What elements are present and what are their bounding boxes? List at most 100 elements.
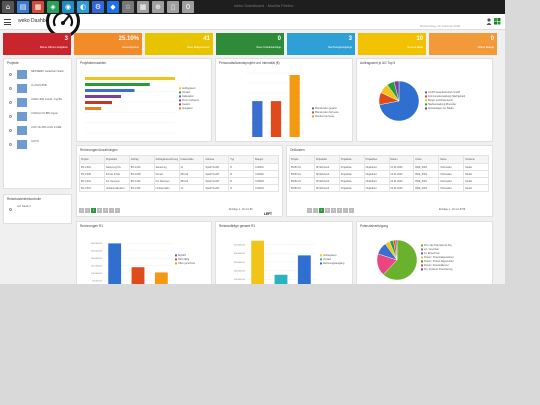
table-row[interactable]: BV-V.001 Sanierung Ha. BV-V.001 Sanierung 11… xyxy=(79,163,279,171)
table-row[interactable]: BV-V.301 Umbaumaßnahm. BV-V.301 Umbaumaßn. 1… xyxy=(79,184,279,192)
user-area[interactable] xyxy=(486,17,502,27)
radio-icon[interactable] xyxy=(9,73,12,76)
table-row[interactable]: BV.BV.01 NH-Erhrwnd. Projektsta. Objektbetr… xyxy=(289,170,489,178)
bar[interactable] xyxy=(252,101,263,137)
pager-nav-icon[interactable]: › xyxy=(109,208,114,213)
pager-nav-icon[interactable]: » xyxy=(115,208,120,213)
pager-nav-icon[interactable]: ‹ xyxy=(85,208,90,213)
radio-icon[interactable] xyxy=(9,101,12,104)
icon-glyph: ◈ xyxy=(50,3,56,11)
column-header[interactable]: Projekt xyxy=(289,155,315,164)
auftragswert-panel: Auftragswert je AG Top 5 GmbH Gewerbebet… xyxy=(356,58,493,142)
crm-icon[interactable]: ◈ xyxy=(47,1,59,13)
radio-icon[interactable] xyxy=(9,208,12,211)
pager-page[interactable]: 2 xyxy=(97,208,102,213)
grid-icon[interactable]: ▦ xyxy=(137,1,149,13)
column-header[interactable]: Auftrag xyxy=(128,155,155,164)
column-header[interactable]: Name xyxy=(438,155,465,164)
column-header[interactable]: Adresse xyxy=(203,155,230,164)
pager-nav-icon[interactable]: « xyxy=(79,208,84,213)
kpi-tile[interactable]: 3 Meine offenen Aufgaben xyxy=(3,33,71,55)
column-header[interactable]: Vorname xyxy=(463,155,489,164)
column-header[interactable]: Projekttitel xyxy=(103,155,130,164)
table-cell: 3.00002 xyxy=(253,170,279,178)
bar[interactable] xyxy=(154,272,168,284)
bar[interactable] xyxy=(270,101,282,137)
column-header[interactable]: Projekt xyxy=(79,155,105,164)
bar[interactable] xyxy=(85,77,175,80)
app-icon[interactable]: ◐ xyxy=(77,1,89,13)
project-item[interactable]: d.GTD xyxy=(7,139,67,151)
table-row[interactable]: BV.BV.01 NH-Erhrwnd. Projektsta. Objektbetr… xyxy=(289,163,489,171)
table-cell: Sanierung xyxy=(153,163,180,171)
pager-page[interactable]: 4 xyxy=(337,208,342,213)
bar[interactable] xyxy=(85,95,121,98)
table-cell: Schmeider xyxy=(438,163,465,171)
bar[interactable] xyxy=(274,274,288,284)
column-header[interactable]: Projektbeo. xyxy=(363,155,390,164)
kpi-tile[interactable]: 41 Neue Belegnummer xyxy=(145,33,213,55)
column-header[interactable]: Projekttitel xyxy=(313,155,340,164)
table-row[interactable]: BV-V.005 Ihrmax P-Sta. BV-V.005 Ihrmax ZB 11… xyxy=(79,170,279,178)
kpi-tile[interactable]: 3 Rechnungseingänge xyxy=(287,33,355,55)
settings-icon[interactable]: ⚙ xyxy=(92,1,104,13)
pager-page[interactable]: 3 xyxy=(103,208,108,213)
column-header[interactable]: Typ xyxy=(228,155,255,164)
number-icon[interactable]: 0 xyxy=(182,1,194,13)
target-icon[interactable]: ⊕ xyxy=(152,1,164,13)
table-row[interactable]: BV.BV.01 NH-Erhrwnd. Projektsta. Objektbetr… xyxy=(289,177,489,185)
project-item[interactable]: d.001h-666 Grund - Ing.Bü. xyxy=(7,97,67,109)
project-item[interactable]: d.OF OH 834 d.OH d.ADE xyxy=(7,125,67,137)
legend-label: Umsatz xyxy=(323,258,332,261)
column-header[interactable]: Auftragsbezeichnung xyxy=(153,155,180,164)
legend-swatch xyxy=(175,254,177,257)
rechnungen-chart: 0,0050.000,00100.000,00150.000,00200.000… xyxy=(91,243,195,284)
page-icon[interactable]: ▯ xyxy=(167,1,179,13)
bar[interactable] xyxy=(85,101,112,104)
bar[interactable] xyxy=(251,240,265,284)
project-item[interactable]: NETWERK Gutachten Stadt xyxy=(7,69,67,81)
project-item[interactable]: d.+AGIS BVB xyxy=(7,83,67,95)
kpi-tile[interactable]: 0 Neue Urlaubsanträge xyxy=(216,33,284,55)
radio-icon[interactable] xyxy=(9,143,12,146)
bar[interactable] xyxy=(289,75,300,137)
radio-icon[interactable] xyxy=(9,129,12,132)
bar[interactable] xyxy=(108,243,122,284)
shield-icon[interactable]: ◆ xyxy=(107,1,119,13)
pager-nav-icon[interactable]: ‹ xyxy=(313,208,318,213)
radio-icon[interactable] xyxy=(9,115,12,118)
kpi-tile[interactable]: 25.10% Gesamtgewinn xyxy=(74,33,142,55)
column-header[interactable]: Kostenstelle xyxy=(178,155,205,164)
bar[interactable] xyxy=(85,83,150,86)
bar[interactable] xyxy=(85,107,102,110)
table-cell: R xyxy=(228,163,255,171)
star-icon[interactable]: ☆ xyxy=(122,1,134,13)
bar[interactable] xyxy=(85,89,135,92)
pager-nav-icon[interactable]: › xyxy=(343,208,348,213)
radio-icon[interactable] xyxy=(9,87,12,90)
bar[interactable] xyxy=(297,255,311,284)
bar[interactable] xyxy=(131,267,145,284)
explorer-icon[interactable]: ▤ xyxy=(17,1,29,13)
kpi-tile[interactable]: 0 Offene Belege xyxy=(429,33,497,55)
table-row[interactable]: BV-V.201 Fur Neuzeun. BV-V.201 Fur Neuzeun.… xyxy=(79,177,279,185)
column-header[interactable]: Projektsta. xyxy=(338,155,365,164)
pager-page[interactable]: 1 xyxy=(319,208,324,213)
column-header[interactable]: Belegnr xyxy=(253,155,279,164)
app-icon[interactable]: ◉ xyxy=(62,1,74,13)
table-cell: Projektsta. xyxy=(338,163,365,171)
column-header[interactable]: Datum xyxy=(388,155,415,164)
pager-page[interactable]: 3 xyxy=(331,208,336,213)
home-icon[interactable]: ⌂ xyxy=(2,1,14,13)
column-header[interactable]: Konto xyxy=(413,155,440,164)
pager-page[interactable]: 2 xyxy=(325,208,330,213)
pager-nav-icon[interactable]: « xyxy=(307,208,312,213)
pager-page[interactable]: 1 xyxy=(91,208,96,213)
table-row[interactable]: BV.BV.01 NH-Erhrwnd. Projektsta. Objektbetr… xyxy=(289,184,489,192)
menu-icon[interactable] xyxy=(4,19,11,25)
pager-nav-icon[interactable]: » xyxy=(349,208,354,213)
calendar-icon[interactable]: ▦ xyxy=(32,1,44,13)
project-item[interactable]: d.GDAH Ort.BW Ingvar xyxy=(7,111,67,123)
kpi-tile[interactable]: 10 Neue E-Mails xyxy=(358,33,426,55)
reisekosten-item[interactable]: d.d. Sandi 1 xyxy=(7,204,67,216)
